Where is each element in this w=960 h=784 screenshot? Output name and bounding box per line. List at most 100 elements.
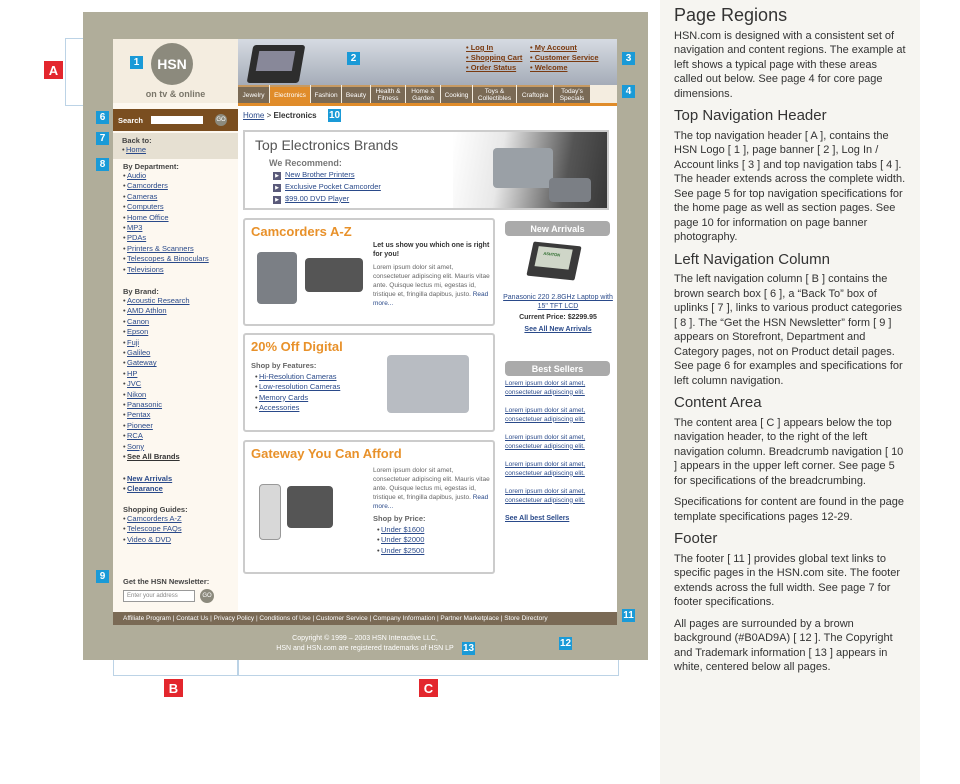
footer-links[interactable]: Affiliate Program | Contact Us | Privacy… (113, 612, 617, 625)
best-seller-link[interactable]: Lorem ipsum dolor sit amet, consectetuer… (505, 407, 615, 434)
feature-link[interactable]: Memory Cards (255, 393, 340, 403)
best-seller-link[interactable]: Lorem ipsum dolor sit amet, consectetuer… (505, 380, 615, 407)
brand-link[interactable]: Galileo (123, 348, 190, 358)
dept-link[interactable]: Audio (123, 171, 209, 181)
guide-link[interactable]: Telescope FAQs (123, 524, 188, 534)
feature-link[interactable]: Low-resolution Cameras (255, 382, 340, 392)
best-seller-link[interactable]: Lorem ipsum dolor sit amet, consectetuer… (505, 488, 615, 515)
brand-link[interactable]: Fuji (123, 338, 190, 348)
brand-link[interactable]: Pentax (123, 410, 190, 420)
guides-title: Shopping Guides: (123, 505, 188, 514)
brand-link[interactable]: Epson (123, 327, 190, 337)
login-link[interactable]: • Log In (466, 43, 530, 52)
shopping-guides: Shopping Guides: Camcorders A-Z Telescop… (123, 505, 188, 545)
logo-subtitle: on tv & online (145, 89, 206, 99)
see-all-new-arrivals-link[interactable]: See All New Arrivals (499, 325, 617, 334)
brand-links: By Brand: Acoustic Research AMD Athlon C… (123, 287, 190, 463)
tab-craftopia[interactable]: Craftopia (517, 85, 553, 103)
order-status-link[interactable]: • Order Status (466, 63, 530, 72)
tab-health-fitness[interactable]: Health & Fitness (371, 85, 405, 103)
brands-link[interactable]: Exclusive Pocket Camcorder (273, 181, 381, 193)
footer-heading: Footer (674, 530, 718, 547)
newsletter-email-input[interactable]: Enter your address (123, 590, 195, 602)
best-seller-link[interactable]: Lorem ipsum dolor sit amet, consectetuer… (505, 461, 615, 488)
search-input[interactable] (151, 116, 204, 124)
sidebar-title: Page Regions (674, 5, 788, 25)
new-arrivals-link[interactable]: New Arrivals (123, 474, 172, 484)
brand-title: By Brand: (123, 287, 159, 296)
brand-link[interactable]: Canon (123, 317, 190, 327)
back-home-link[interactable]: Home (122, 145, 229, 155)
brand-link[interactable]: Pioneer (123, 421, 190, 431)
price-link[interactable]: Under $1600 (377, 525, 424, 535)
clearance-link[interactable]: Clearance (123, 484, 172, 494)
page-banner: • Log In • My Account • Shopping Cart • … (238, 39, 617, 85)
new-arrivals-header: New Arrivals (505, 221, 610, 236)
top-nav-heading: Top Navigation Header (674, 107, 827, 124)
tab-home-garden[interactable]: Home & Garden (406, 85, 440, 103)
gateway-body: Lorem ipsum dolor sit amet, consectetuer… (373, 467, 490, 510)
callout-2: 2 (347, 52, 360, 65)
tab-cooking[interactable]: Cooking (441, 85, 472, 103)
price-links: Under $1600 Under $2000 Under $2500 (377, 525, 424, 556)
welcome-link[interactable]: • Welcome (530, 63, 620, 72)
brand-link[interactable]: Panasonic (123, 400, 190, 410)
tab-todays-specials[interactable]: Today's Specials (554, 85, 590, 103)
top-nav-tabs: Jewelry Electronics Fashion Beauty Healt… (238, 85, 617, 103)
breadcrumb-home-link[interactable]: Home (243, 111, 264, 120)
dept-link[interactable]: Camcorders (123, 181, 209, 191)
dept-link[interactable]: PDAs (123, 233, 209, 243)
dept-link[interactable]: Home Office (123, 213, 209, 223)
feature-link[interactable]: Accessories (255, 403, 340, 413)
callout-1: 1 (130, 56, 143, 69)
new-arrival-item: Panasonic 220 2.8GHz Laptop with 15" TFT… (499, 293, 617, 334)
tab-jewelry[interactable]: Jewelry (238, 85, 269, 103)
tab-beauty[interactable]: Beauty (342, 85, 370, 103)
brand-link[interactable]: Sony (123, 442, 190, 452)
tab-electronics[interactable]: Electronics (270, 85, 310, 103)
dept-link[interactable]: Cameras (123, 192, 209, 202)
best-sellers-list: Lorem ipsum dolor sit amet, consectetuer… (505, 380, 615, 524)
dept-link[interactable]: Printers & Scanners (123, 244, 209, 254)
digital-promo: 20% Off Digital Shop by Features: Hi-Res… (243, 333, 495, 432)
brands-link[interactable]: New Brother Printers (273, 169, 381, 181)
hsn-logo: HSN (151, 43, 193, 85)
dept-link[interactable]: Televisions (123, 265, 209, 275)
brand-link[interactable]: Nikon (123, 390, 190, 400)
brand-link[interactable]: JVC (123, 379, 190, 389)
tab-toys[interactable]: Toys & Collectibles (473, 85, 516, 103)
camcorders-body: Lorem ipsum dolor sit amet, consectetuer… (373, 264, 490, 307)
brands-link[interactable]: $99.00 DVD Player (273, 193, 381, 205)
dept-link[interactable]: Computers (123, 202, 209, 212)
dept-link[interactable]: Telescopes & Binoculars (123, 254, 209, 264)
top-brands-banner: Top Electronics Brands We Recommend: New… (243, 130, 609, 210)
callout-a: A (44, 61, 63, 79)
tab-fashion[interactable]: Fashion (311, 85, 341, 103)
search-go-button[interactable]: GO (215, 114, 228, 126)
newsletter-go-button[interactable]: GO (200, 589, 214, 603)
callout-b: B (164, 679, 183, 697)
brand-link[interactable]: HP (123, 369, 190, 379)
dept-link[interactable]: MP3 (123, 223, 209, 233)
see-all-best-sellers-link[interactable]: See All best Sellers (505, 515, 615, 524)
price-link[interactable]: Under $2500 (377, 546, 424, 556)
left-navigation: Search GO Back to: Home By Department: A… (113, 103, 238, 612)
brand-link[interactable]: Acoustic Research (123, 296, 190, 306)
new-arrival-product-link[interactable]: Panasonic 220 2.8GHz Laptop with 15" TFT… (499, 293, 617, 311)
customer-service-link[interactable]: • Customer Service (530, 53, 620, 62)
shopping-cart-link[interactable]: • Shopping Cart (466, 53, 530, 62)
guide-link[interactable]: Camcorders A-Z (123, 514, 188, 524)
see-all-brands-link[interactable]: See All Brands (123, 452, 190, 462)
price-link[interactable]: Under $2000 (377, 535, 424, 545)
new-arrival-price: Current Price: $2299.95 (519, 314, 597, 321)
best-seller-link[interactable]: Lorem ipsum dolor sit amet, consectetuer… (505, 434, 615, 461)
guide-link[interactable]: Video & DVD (123, 535, 188, 545)
feature-link[interactable]: Hi-Resolution Cameras (255, 372, 340, 382)
page-mockup: HSN on tv & online • Log In • My Account… (113, 39, 617, 625)
brand-link[interactable]: AMD Athlon (123, 306, 190, 316)
newsletter-title: Get the HSN Newsletter: (123, 577, 210, 586)
brand-link[interactable]: Gateway (123, 358, 190, 368)
brand-link[interactable]: RCA (123, 431, 190, 441)
logo-area[interactable]: HSN on tv & online (113, 39, 238, 103)
my-account-link[interactable]: • My Account (530, 43, 620, 52)
